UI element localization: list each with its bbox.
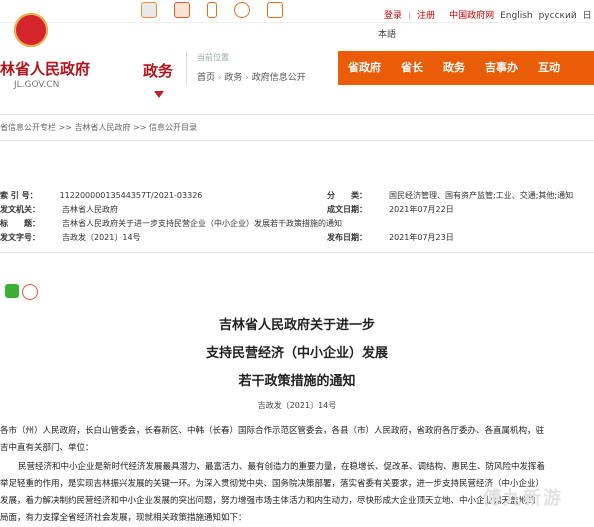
meta-created: 成文日期： 2021年07月22日: [327, 205, 454, 214]
wechat-share-icon[interactable]: [5, 284, 19, 298]
watermark: 傅九新游: [483, 488, 563, 509]
meta-published: 发布日期： 2021年07月23日: [327, 233, 454, 242]
subcrumb-divider-bottom: [0, 140, 594, 141]
doc-title-line3: 若干政策措施的通知: [238, 374, 356, 389]
body-paragraph-2: 民营经济和中小企业是新时代经济发展最具潜力、最富活力、最有创造力的重要力量，在稳…: [0, 462, 546, 523]
subcrumb: 省信息公开专栏 >> 吉林省人民政府 >> 信息公开目录: [0, 123, 197, 132]
location-label: 当前位置: [197, 53, 229, 62]
meta-title: 标 题： 吉林省人民政府关于进一步支持民营企业（中小企业）发展若干政策措施的通知: [0, 219, 342, 228]
mobile-icon[interactable]: [207, 2, 218, 18]
section-arrow-icon: [154, 91, 164, 98]
russian-link[interactable]: русский: [539, 11, 577, 21]
doc-title-line1: 吉林省人民政府关于进一步: [218, 318, 375, 333]
site-domain: JL.GOV.CN: [14, 80, 60, 90]
national-emblem-icon: [14, 13, 48, 47]
breadcrumb-disclosure[interactable]: 政府信息公开: [252, 73, 306, 83]
weibo-icon[interactable]: [174, 2, 191, 18]
section-title: 政务: [143, 62, 174, 80]
subcrumb-column[interactable]: 省信息公开专栏: [0, 123, 56, 132]
nav-interaction[interactable]: 互动: [528, 51, 570, 85]
section-divider: [186, 52, 187, 86]
nav-province-gov[interactable]: 省政府: [338, 51, 391, 85]
topbar-icons: [141, 2, 295, 22]
breadcrumb-home[interactable]: 首页: [197, 73, 215, 83]
subcrumb-catalog[interactable]: 信息公开目录: [149, 123, 197, 132]
subcrumb-jilin-gov[interactable]: 吉林省人民政府: [75, 123, 131, 132]
meta-index: 索 引 号： 11220000013544357T/2021-03326: [0, 191, 203, 200]
login-link[interactable]: 登录: [384, 11, 402, 21]
gov-cn-link[interactable]: 中国政府网: [449, 11, 494, 21]
doc-number: 吉政发〔2021〕14号: [257, 401, 337, 410]
elder-mode-icon[interactable]: [267, 2, 284, 18]
accessibility-icon[interactable]: [234, 2, 251, 18]
meta-divider: [0, 252, 594, 253]
breadcrumb-affairs[interactable]: 政务: [224, 73, 242, 83]
english-link[interactable]: English: [500, 11, 533, 21]
nav-governor[interactable]: 省长: [391, 51, 433, 85]
meta-docnum: 发文字号： 吉政发〔2021〕14号: [0, 233, 141, 242]
doc-title-line2: 支持民营经济（中小企业）发展: [205, 346, 388, 361]
weibo-share-icon[interactable]: [22, 284, 38, 300]
meta-issuer: 发文机关： 吉林省人民政府: [0, 205, 118, 214]
wechat-icon[interactable]: [141, 2, 157, 18]
subcrumb-divider-top: [0, 114, 594, 115]
nav-affairs[interactable]: 政务: [433, 51, 475, 85]
meta-category: 分 类： 国民经济管理、国有资产监管;工业、交通;其他;通知: [327, 191, 574, 200]
breadcrumb: 首页 › 政务 › 政府信息公开: [197, 73, 306, 83]
main-nav: 省政府 省长 政务 吉事办 互动省情: [338, 51, 594, 108]
register-link[interactable]: 注册: [417, 11, 435, 21]
topbar-divider: [0, 22, 594, 23]
nav-jishiban[interactable]: 吉事办: [475, 51, 528, 85]
body-paragraph-1: 各市（州）人民政府，长白山管委会，长春新区、中韩（长春）国际合作示范区管委会，各…: [0, 426, 545, 453]
site-name[interactable]: 林省人民政府: [0, 58, 90, 79]
